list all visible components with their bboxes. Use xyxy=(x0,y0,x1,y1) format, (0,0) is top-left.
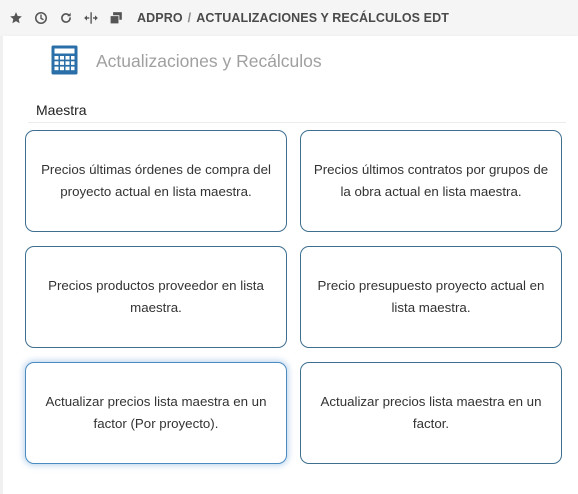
calculator-icon xyxy=(51,45,78,75)
windows-icon[interactable] xyxy=(108,10,124,26)
card-label: Actualizar precios lista maestra en un f… xyxy=(45,394,267,431)
card-factor-by-project[interactable]: Actualizar precios lista maestra en un f… xyxy=(25,362,287,464)
card-label: Precios productos proveedor en lista mae… xyxy=(48,278,264,315)
section-title: Maestra xyxy=(36,102,87,118)
card-label: Precios últimos contratos por grupos de … xyxy=(313,162,549,199)
card-budget-price[interactable]: Precio presupuesto proyecto actual en li… xyxy=(300,246,562,348)
card-contracts[interactable]: Precios últimos contratos por grupos de … xyxy=(300,130,562,232)
breadcrumb-separator: / xyxy=(187,11,192,25)
page-title: Actualizaciones y Recálculos xyxy=(96,51,322,71)
card-label: Actualizar precios lista maestra en un f… xyxy=(320,394,542,431)
section-divider xyxy=(28,122,566,123)
breadcrumb-current: ACTUALIZACIONES Y RECÁLCULOS EDT xyxy=(196,11,449,25)
module-header: Actualizaciones y Recálculos xyxy=(0,36,578,86)
card-factor[interactable]: Actualizar precios lista maestra en un f… xyxy=(300,362,562,464)
card-label: Precio presupuesto proyecto actual en li… xyxy=(317,278,545,315)
page: ADPRO / ACTUALIZACIONES Y RECÁLCULOS EDT xyxy=(0,0,578,494)
star-icon[interactable] xyxy=(8,10,24,26)
main-content: Maestra Precios últimas órdenes de compr… xyxy=(0,86,578,494)
breadcrumb: ADPRO / ACTUALIZACIONES Y RECÁLCULOS EDT xyxy=(137,11,449,25)
card-label: Precios últimas órdenes de compra del pr… xyxy=(41,162,271,199)
top-toolbar: ADPRO / ACTUALIZACIONES Y RECÁLCULOS EDT xyxy=(0,0,578,36)
split-icon[interactable] xyxy=(83,10,99,26)
refresh-icon[interactable] xyxy=(58,10,74,26)
breadcrumb-root[interactable]: ADPRO xyxy=(137,11,183,25)
card-purchase-orders[interactable]: Precios últimas órdenes de compra del pr… xyxy=(25,130,287,232)
toolbar-icons xyxy=(0,10,133,26)
card-supplier-products[interactable]: Precios productos proveedor en lista mae… xyxy=(25,246,287,348)
clock-icon[interactable] xyxy=(33,10,49,26)
